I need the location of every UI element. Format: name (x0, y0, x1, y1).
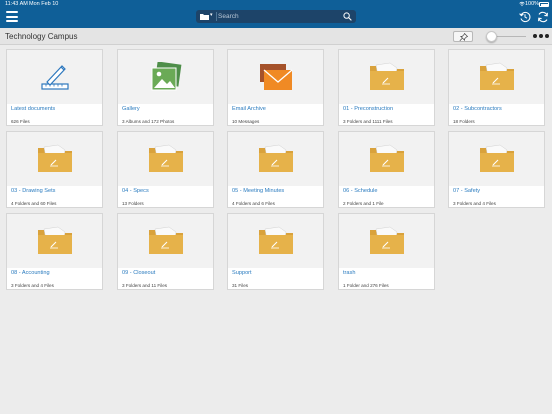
tile-label: Email Archive (232, 106, 266, 112)
battery-percent: 100% (525, 1, 540, 7)
tile-label: 07 - Safety (453, 188, 481, 194)
tile-subtitle: 18 Folders (453, 119, 475, 124)
folder-icon (259, 144, 293, 172)
tile-subtitle: 31 Files (232, 283, 249, 288)
tile-thumbnail (7, 50, 102, 104)
tile-label: Gallery (122, 106, 140, 112)
tile-thumbnail (449, 50, 544, 104)
tile-gallery[interactable]: Gallery 3 Albums and 172 Photos (117, 49, 214, 126)
tile-thumbnail (339, 132, 434, 186)
page-title: Technology Campus (5, 32, 78, 41)
tile-label: 05 - Meeting Minutes (232, 188, 285, 194)
folder-scope-icon[interactable] (200, 13, 209, 20)
tile-subtitle: 1 Folder and 276 Files (343, 283, 389, 288)
tile-thumbnail (228, 132, 323, 186)
tile-subtitle: 2 Folders and 1 File (343, 201, 384, 206)
status-time: 11:43 AM (5, 1, 28, 7)
tile-thumbnail (228, 50, 323, 104)
tile-09-closeout[interactable]: 09 - Closeout 3 Folders and 11 Files (117, 213, 214, 290)
sync-icon[interactable] (537, 11, 549, 23)
folder-icon (149, 226, 183, 254)
tile-label: 02 - Subcontractors (453, 106, 502, 112)
tile-subtitle: 3 Folders and 11 Files (122, 283, 168, 288)
folder-icon (38, 226, 72, 254)
gallery-photo-icon (151, 62, 182, 91)
search-icon[interactable] (343, 12, 352, 21)
top-navigation-bar: 11:43 AM Mon Feb 10 100% ▾ (0, 0, 552, 28)
status-bar: 11:43 AM Mon Feb 10 100% (0, 1, 552, 9)
slider-knob[interactable] (486, 31, 497, 42)
tile-thumbnail (339, 214, 434, 268)
tile-05-meeting-minutes[interactable]: 05 - Meeting Minutes 4 Folders and 6 File… (227, 131, 324, 208)
tile-label: 06 - Schedule (343, 188, 378, 194)
search-input[interactable] (218, 11, 338, 22)
search-bar: ▾ (196, 10, 356, 23)
tile-thumbnail (228, 214, 323, 268)
tile-01-preconstruction[interactable]: 01 - Preconstruction 3 Folders and 1111 F… (338, 49, 435, 126)
tile-02-subcontractors[interactable]: 02 - Subcontractors 18 Folders (448, 49, 545, 126)
pin-button[interactable] (453, 31, 473, 42)
tile-03-drawing-sets[interactable]: 03 - Drawing Sets 4 Folders and 60 Files (6, 131, 103, 208)
tile-latest-documents[interactable]: Latest documents 626 Files (6, 49, 103, 126)
tile-label: 01 - Preconstruction (343, 106, 394, 112)
tile-trash[interactable]: trash 1 Folder and 276 Files (338, 213, 435, 290)
tile-subtitle: 3 Folders and 4 Files (11, 283, 54, 288)
folder-icon (480, 144, 514, 172)
tile-label: trash (343, 270, 356, 276)
tile-thumbnail (118, 214, 213, 268)
folder-grid: Latest documents 626 Files Gallery 3 Album… (0, 45, 552, 414)
tile-subtitle: 10 Messages (232, 119, 260, 124)
tile-08-accounting[interactable]: 08 - Accounting 3 Folders and 4 Files (6, 213, 103, 290)
chevron-down-icon[interactable]: ▾ (210, 12, 213, 18)
tile-subtitle: 3 Folders and 1111 Files (343, 119, 393, 124)
tile-support[interactable]: Support 31 Files (227, 213, 324, 290)
tile-subtitle: 4 Folders and 60 Files (11, 201, 57, 206)
status-date: Mon Feb 10 (29, 1, 59, 7)
more-options-icon[interactable] (533, 34, 549, 39)
tile-thumbnail (118, 132, 213, 186)
tile-label: 04 - Specs (122, 188, 149, 194)
tile-thumbnail (449, 132, 544, 186)
tile-thumbnail (7, 214, 102, 268)
tile-subtitle: 3 Albums and 172 Photos (122, 119, 175, 124)
folder-icon (370, 144, 404, 172)
tile-label: Support (232, 270, 252, 276)
tile-thumbnail (7, 132, 102, 186)
folder-icon (259, 226, 293, 254)
tile-label: 03 - Drawing Sets (11, 188, 56, 194)
tile-subtitle: 4 Folders and 6 Files (232, 201, 275, 206)
tile-04-specs[interactable]: 04 - Specs 13 Folders (117, 131, 214, 208)
tile-email-archive[interactable]: Email Archive 10 Messages (227, 49, 324, 126)
folder-icon (370, 226, 404, 254)
ruler-pencil-icon (41, 65, 69, 90)
pin-icon (459, 33, 468, 41)
tile-subtitle: 3 Folders and 4 Files (453, 201, 496, 206)
tile-label: 08 - Accounting (11, 270, 50, 276)
tile-subtitle: 626 Files (11, 119, 30, 124)
tile-06-schedule[interactable]: 06 - Schedule 2 Folders and 1 File (338, 131, 435, 208)
tile-07-safety[interactable]: 07 - Safety 3 Folders and 4 Files (448, 131, 545, 208)
hamburger-menu-icon[interactable] (6, 11, 18, 22)
search-divider (216, 12, 217, 21)
tile-label: Latest documents (11, 106, 56, 112)
title-bar: Technology Campus (0, 28, 552, 45)
view-size-slider[interactable] (486, 31, 528, 42)
folder-icon (480, 62, 514, 90)
tile-subtitle: 13 Folders (122, 201, 144, 206)
folder-icon (38, 144, 72, 172)
tile-thumbnail (118, 50, 213, 104)
envelope-icon (260, 64, 293, 90)
battery-icon (539, 2, 549, 7)
tile-thumbnail (339, 50, 434, 104)
folder-icon (149, 144, 183, 172)
history-icon[interactable] (519, 11, 531, 23)
tile-label: 09 - Closeout (122, 270, 156, 276)
folder-icon (370, 62, 404, 90)
